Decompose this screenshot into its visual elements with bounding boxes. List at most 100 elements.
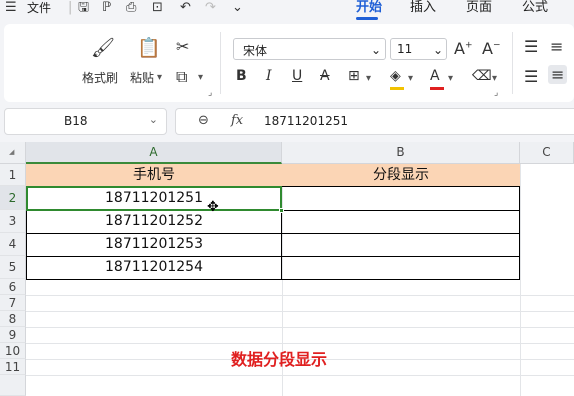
column-header-a[interactable]: A [26,142,282,164]
gridline [26,327,574,328]
tab-page[interactable]: 页面 [466,0,492,16]
row-header[interactable]: 5 [0,256,26,279]
font-size-value: 11 [397,42,413,56]
font-name-select[interactable]: 宋体 ⌄ [233,38,386,60]
formula-input[interactable]: 18711201251 [264,114,348,128]
row-header[interactable]: 3 [0,210,26,233]
paste-dropdown-icon[interactable]: ▾ [157,72,162,83]
underline-button[interactable]: U [292,68,302,84]
phone-cell[interactable]: 18711201254 [26,256,282,279]
redo-icon[interactable]: ↷ [205,0,216,16]
format-painter-button[interactable]: 格式刷 [82,69,118,86]
header-cell-phone[interactable]: 手机号 [26,164,282,186]
font-color-button[interactable]: A [430,68,440,84]
gridline [520,164,521,396]
segmented-cell[interactable] [282,210,520,233]
print-preview-icon[interactable]: ⊡ [152,0,163,16]
cut-icon[interactable]: ✂ [176,37,189,56]
format-painter-icon[interactable]: 🖌 [91,36,115,59]
bold-button[interactable]: B [236,68,247,84]
row-header[interactable]: 11 [0,359,26,375]
cell-cursor-icon: ✥ [207,199,219,215]
align-center-icon[interactable]: ≡ [548,65,568,84]
border-icon[interactable]: ⊞ [348,68,360,84]
italic-button[interactable]: I [266,68,272,84]
row-header[interactable]: 9 [0,327,26,343]
clear-dropdown-icon[interactable]: ▾ [492,73,497,84]
row-header[interactable]: 6 [0,279,26,295]
table-border [26,233,520,234]
grow-font-label: A [454,39,465,58]
chevron-down-icon: ⌄ [371,43,382,57]
grow-font-button[interactable]: A+ [454,39,473,58]
gridline [26,343,574,344]
tab-home[interactable]: 开始 [356,0,382,16]
font-launcher-icon[interactable]: ⌟ [494,88,498,98]
gridline [26,311,574,312]
column-header-c[interactable]: C [520,142,574,164]
zoom-icon[interactable]: ⊖ [198,113,209,128]
row-header[interactable]: 4 [0,233,26,256]
clipboard-launcher-icon[interactable]: ⌟ [208,88,212,98]
ribbon: 🖌 格式刷 📋 粘贴 ▾ ✂ ⧉ ▾ ⌟ 宋体 ⌄ 11 ⌄ A+ A− B I… [4,24,574,102]
segmented-cell[interactable] [282,186,520,210]
menu-bar: ☰ 文件 | 🖫 ℙ ⎙ ⊡ ↶ ↷ ⌄ 开始 插入 页面 公式 [0,0,574,20]
active-tab-indicator [356,17,378,20]
gridline [26,375,574,376]
select-all-corner[interactable]: ◢ [0,142,26,164]
row-header[interactable]: 1 [0,164,26,186]
strikethrough-button[interactable]: A [320,68,330,84]
save-icon[interactable]: 🖫 [78,0,89,16]
spreadsheet-window: ☰ 文件 | 🖫 ℙ ⎙ ⊡ ↶ ↷ ⌄ 开始 插入 页面 公式 🖌 格式刷 📋… [0,0,574,396]
row-header[interactable]: 2 [0,186,26,210]
fill-handle[interactable] [279,208,284,213]
row-header[interactable]: 10 [0,343,26,359]
font-name-value: 宋体 [243,44,268,58]
print-icon[interactable]: ⎙ [126,0,136,16]
table-border [26,279,520,280]
column-header-b[interactable]: B [282,142,520,164]
phone-cell[interactable]: 18711201252 [26,210,282,233]
header-cell-segmented[interactable]: 分段显示 [282,164,520,186]
paste-icon[interactable]: 📋 [137,36,161,59]
paste-button[interactable]: 粘贴 [130,69,154,86]
chevron-down-icon: ⌄ [148,113,158,126]
tab-insert[interactable]: 插入 [410,0,436,16]
file-menu[interactable]: 文件 [27,0,51,16]
chevron-down-icon[interactable]: ⌄ [232,0,243,16]
ribbon-divider [220,32,221,94]
corner-triangle-icon: ◢ [9,148,15,156]
name-box[interactable]: B18 ⌄ [4,108,167,135]
chevron-down-icon: ⌄ [433,43,444,57]
shrink-font-button[interactable]: A− [482,39,501,58]
undo-icon[interactable]: ↶ [180,0,191,16]
fill-color-icon[interactable]: ◈ [390,68,401,84]
align-middle-icon[interactable]: ≡ [550,37,563,56]
tab-formulas[interactable]: 公式 [522,0,548,16]
align-top-icon[interactable]: ☰ [524,37,538,56]
font-color-swatch [430,87,444,90]
divider: | [68,0,73,15]
copy-icon[interactable]: ⧉ [176,67,187,87]
row-header[interactable]: 7 [0,295,26,311]
align-left-icon[interactable]: ☰ [524,67,538,86]
shrink-font-label: A [482,39,493,58]
clear-format-icon[interactable]: ⌫ [472,68,492,84]
font-color-dropdown-icon[interactable]: ▾ [448,73,453,84]
fx-icon[interactable]: fx [231,113,243,128]
row-header[interactable]: 8 [0,311,26,327]
table-border [519,186,520,280]
font-size-select[interactable]: 11 ⌄ [390,38,447,60]
format-brush-icon[interactable]: ℙ [102,0,111,16]
segmented-cell[interactable] [282,256,520,279]
gridline [26,295,574,296]
row-header[interactable] [0,375,26,396]
formula-bar: ⊖ fx 18711201251 [175,108,574,135]
border-dropdown-icon[interactable]: ▾ [366,73,371,84]
active-cell-selection [26,186,282,211]
fill-color-dropdown-icon[interactable]: ▾ [408,73,413,84]
segmented-cell[interactable] [282,233,520,256]
hamburger-menu-icon[interactable]: ☰ [5,0,17,16]
phone-cell[interactable]: 18711201253 [26,233,282,256]
copy-dropdown-icon[interactable]: ▾ [198,72,203,83]
